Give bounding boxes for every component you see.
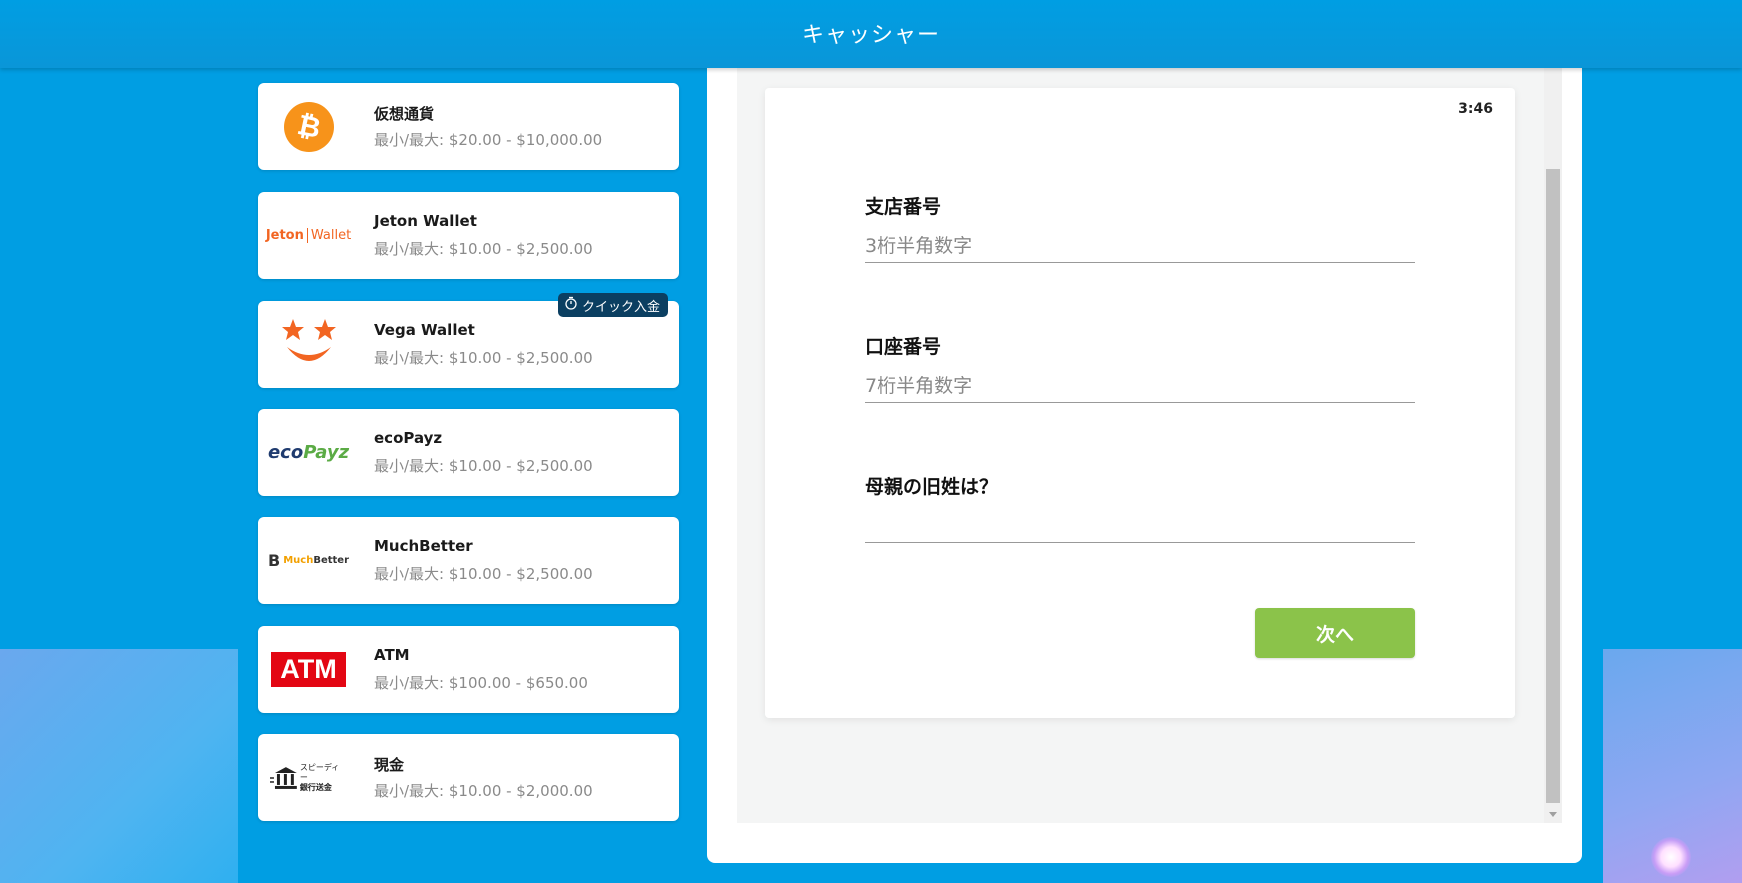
page-title: キャッシャー (801, 23, 940, 48)
bitcoin-icon: ₿ (270, 95, 347, 158)
muchbetter-logo-text: Much (283, 555, 314, 566)
payment-method-jeton[interactable]: Jeton Wallet Jeton Wallet 最小/最大: $10.00 … (258, 192, 679, 279)
payment-method-crypto[interactable]: ₿ 仮想通貨 最小/最大: $20.00 - $10,000.00 (258, 83, 679, 170)
account-number-input[interactable] (865, 372, 1415, 400)
payment-method-name: 仮想通貨 (374, 105, 435, 123)
scrollbar[interactable] (1544, 66, 1562, 823)
ecopayz-logo: eco Payz (267, 421, 350, 484)
payment-method-range: 最小/最大: $10.00 - $2,000.00 (374, 782, 593, 800)
payment-method-name: ecoPayz (374, 429, 443, 447)
branch-number-input[interactable] (865, 232, 1415, 260)
quick-deposit-badge: クイック入金 (558, 293, 669, 317)
payment-method-ecopayz[interactable]: eco Payz ecoPayz 最小/最大: $10.00 - $2,500.0… (258, 409, 679, 496)
payment-method-range: 最小/最大: $20.00 - $10,000.00 (374, 131, 603, 149)
cash-logo-text: スピーディー (299, 762, 340, 782)
payment-method-muchbetter[interactable]: B Much Better MuchBetter 最小/最大: $10.00 - $… (258, 517, 679, 604)
session-timer: 3:46 (1458, 101, 1493, 117)
payment-method-range: 最小/最大: $10.00 - $2,500.00 (374, 240, 593, 258)
ecopayz-logo-text: eco (267, 442, 304, 463)
payment-method-name: 現金 (374, 756, 405, 774)
jeton-logo-subtext: Wallet (306, 228, 351, 243)
payment-method-range: 最小/最大: $10.00 - $2,500.00 (374, 457, 593, 475)
vega-logo (270, 313, 347, 376)
header-bar: キャッシャー (0, 0, 1742, 68)
account-number-label: 口座番号 (865, 336, 942, 358)
background-decoration-left (0, 649, 238, 883)
payment-method-name: Jeton Wallet (374, 212, 477, 230)
account-number-underline (865, 372, 1415, 403)
account-number-field: 口座番号 (865, 332, 1415, 403)
mother-maiden-name-input[interactable] (865, 512, 1415, 540)
jeton-logo: Jeton Wallet (266, 204, 351, 267)
ecopayz-logo-subtext: Payz (303, 442, 350, 463)
bank-icon: スピーディー 銀行送金 (270, 746, 347, 809)
branch-number-label: 支店番号 (865, 196, 942, 218)
jeton-logo-text: Jeton (265, 228, 304, 243)
scroll-down-arrow-icon[interactable] (1549, 812, 1557, 817)
payment-method-range: 最小/最大: $10.00 - $2,500.00 (374, 565, 593, 583)
glow-decoration (1651, 837, 1691, 877)
payment-method-atm[interactable]: ATM ATM 最小/最大: $100.00 - $650.00 (258, 626, 679, 713)
next-button[interactable]: 次へ (1255, 608, 1415, 658)
quick-deposit-label: クイック入金 (582, 299, 661, 315)
payment-method-name: MuchBetter (374, 537, 473, 555)
muchbetter-mark-icon: B (268, 551, 281, 570)
payment-method-cash[interactable]: スピーディー 銀行送金 現金 最小/最大: $10.00 - $2,000.00 (258, 734, 679, 821)
payment-method-vega[interactable]: クイック入金 Vega Wallet 最小/最大: $10.00 - $2,50… (258, 293, 679, 388)
payment-method-name: ATM (374, 646, 410, 664)
muchbetter-logo-subtext: Better (313, 555, 350, 566)
atm-logo: ATM (270, 638, 347, 701)
timer-icon (564, 296, 578, 314)
payment-method-name: Vega Wallet (374, 321, 475, 339)
branch-number-field: 支店番号 (865, 192, 1415, 263)
branch-number-underline (865, 232, 1415, 263)
mother-maiden-name-label: 母親の旧姓は？ (865, 476, 999, 498)
muchbetter-logo: B Much Better (268, 529, 350, 592)
payment-method-range: 最小/最大: $10.00 - $2,500.00 (374, 349, 593, 367)
bank-transfer-form: 3:46 支店番号 口座番号 母親の旧姓は？ 次へ (765, 88, 1515, 718)
mother-maiden-name-field: 母親の旧姓は？ (865, 472, 1415, 543)
mother-maiden-name-underline (865, 512, 1415, 543)
cash-logo-subtext: 銀行送金 (299, 782, 332, 792)
payment-method-range: 最小/最大: $100.00 - $650.00 (374, 674, 588, 692)
scrollbar-thumb[interactable] (1546, 169, 1560, 803)
atm-logo-text: ATM (271, 652, 346, 687)
